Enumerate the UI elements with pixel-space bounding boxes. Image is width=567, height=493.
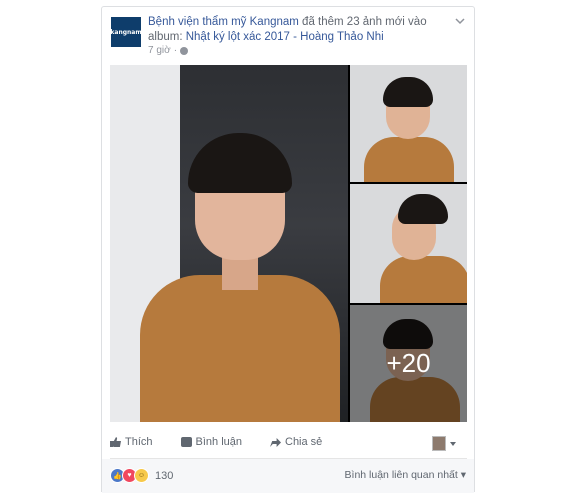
- globe-icon[interactable]: [180, 46, 189, 55]
- post-footer: 👍 ♥ ☺ 130 Bình luận liên quan nhất ▾: [102, 459, 474, 493]
- caret-down-icon: [450, 441, 456, 446]
- comment-sort-dropdown[interactable]: Bình luận liên quan nhất ▾: [345, 469, 466, 481]
- post-meta: 7 giờ ·: [148, 45, 189, 56]
- post-card: kangnam Bệnh viện thẩm mỹ Kangnam đã thê…: [101, 6, 475, 493]
- thumbs-up-icon: [110, 437, 121, 447]
- like-label: Thích: [125, 436, 153, 448]
- main-photo[interactable]: [110, 65, 348, 422]
- avatar-logo-text: kangnam: [110, 28, 142, 36]
- album-link[interactable]: Nhật ký lột xác 2017 - Hoàng Thảo Nhi: [186, 31, 384, 43]
- thumbnail-photo[interactable]: [350, 65, 467, 182]
- chevron-down-icon[interactable]: [454, 15, 466, 27]
- comment-label: Bình luận: [195, 436, 242, 448]
- profile-thumbnail-icon: [432, 436, 446, 451]
- post-header: Bệnh viện thẩm mỹ Kangnam đã thêm 23 ảnh…: [148, 15, 448, 45]
- page-name-link[interactable]: Bệnh viện thẩm mỹ Kangnam: [148, 16, 299, 28]
- thumbnail-photo[interactable]: [350, 184, 467, 303]
- share-icon: [270, 438, 281, 447]
- share-label: Chia sẻ: [285, 436, 323, 448]
- comment-button[interactable]: Bình luận: [180, 436, 242, 448]
- page-avatar[interactable]: kangnam: [110, 17, 142, 47]
- action-bar: Thích Bình luận Chia sẻ: [110, 431, 467, 453]
- post-timestamp[interactable]: 7 giờ: [148, 45, 171, 56]
- photo-grid: +20: [110, 65, 467, 422]
- thumbnail-photo-more[interactable]: +20: [350, 305, 467, 422]
- wow-reaction-icon: ☺: [134, 468, 149, 483]
- like-button[interactable]: Thích: [110, 436, 153, 448]
- more-photos-count[interactable]: +20: [350, 305, 467, 422]
- comment-icon: [180, 437, 192, 447]
- comment-sort-label: Bình luận liên quan nhất: [344, 469, 458, 481]
- share-button[interactable]: Chia sẻ: [270, 436, 322, 448]
- reaction-count: 130: [155, 469, 174, 482]
- reaction-summary[interactable]: 👍 ♥ ☺ 130: [110, 468, 173, 483]
- post-as-selector[interactable]: [432, 436, 457, 451]
